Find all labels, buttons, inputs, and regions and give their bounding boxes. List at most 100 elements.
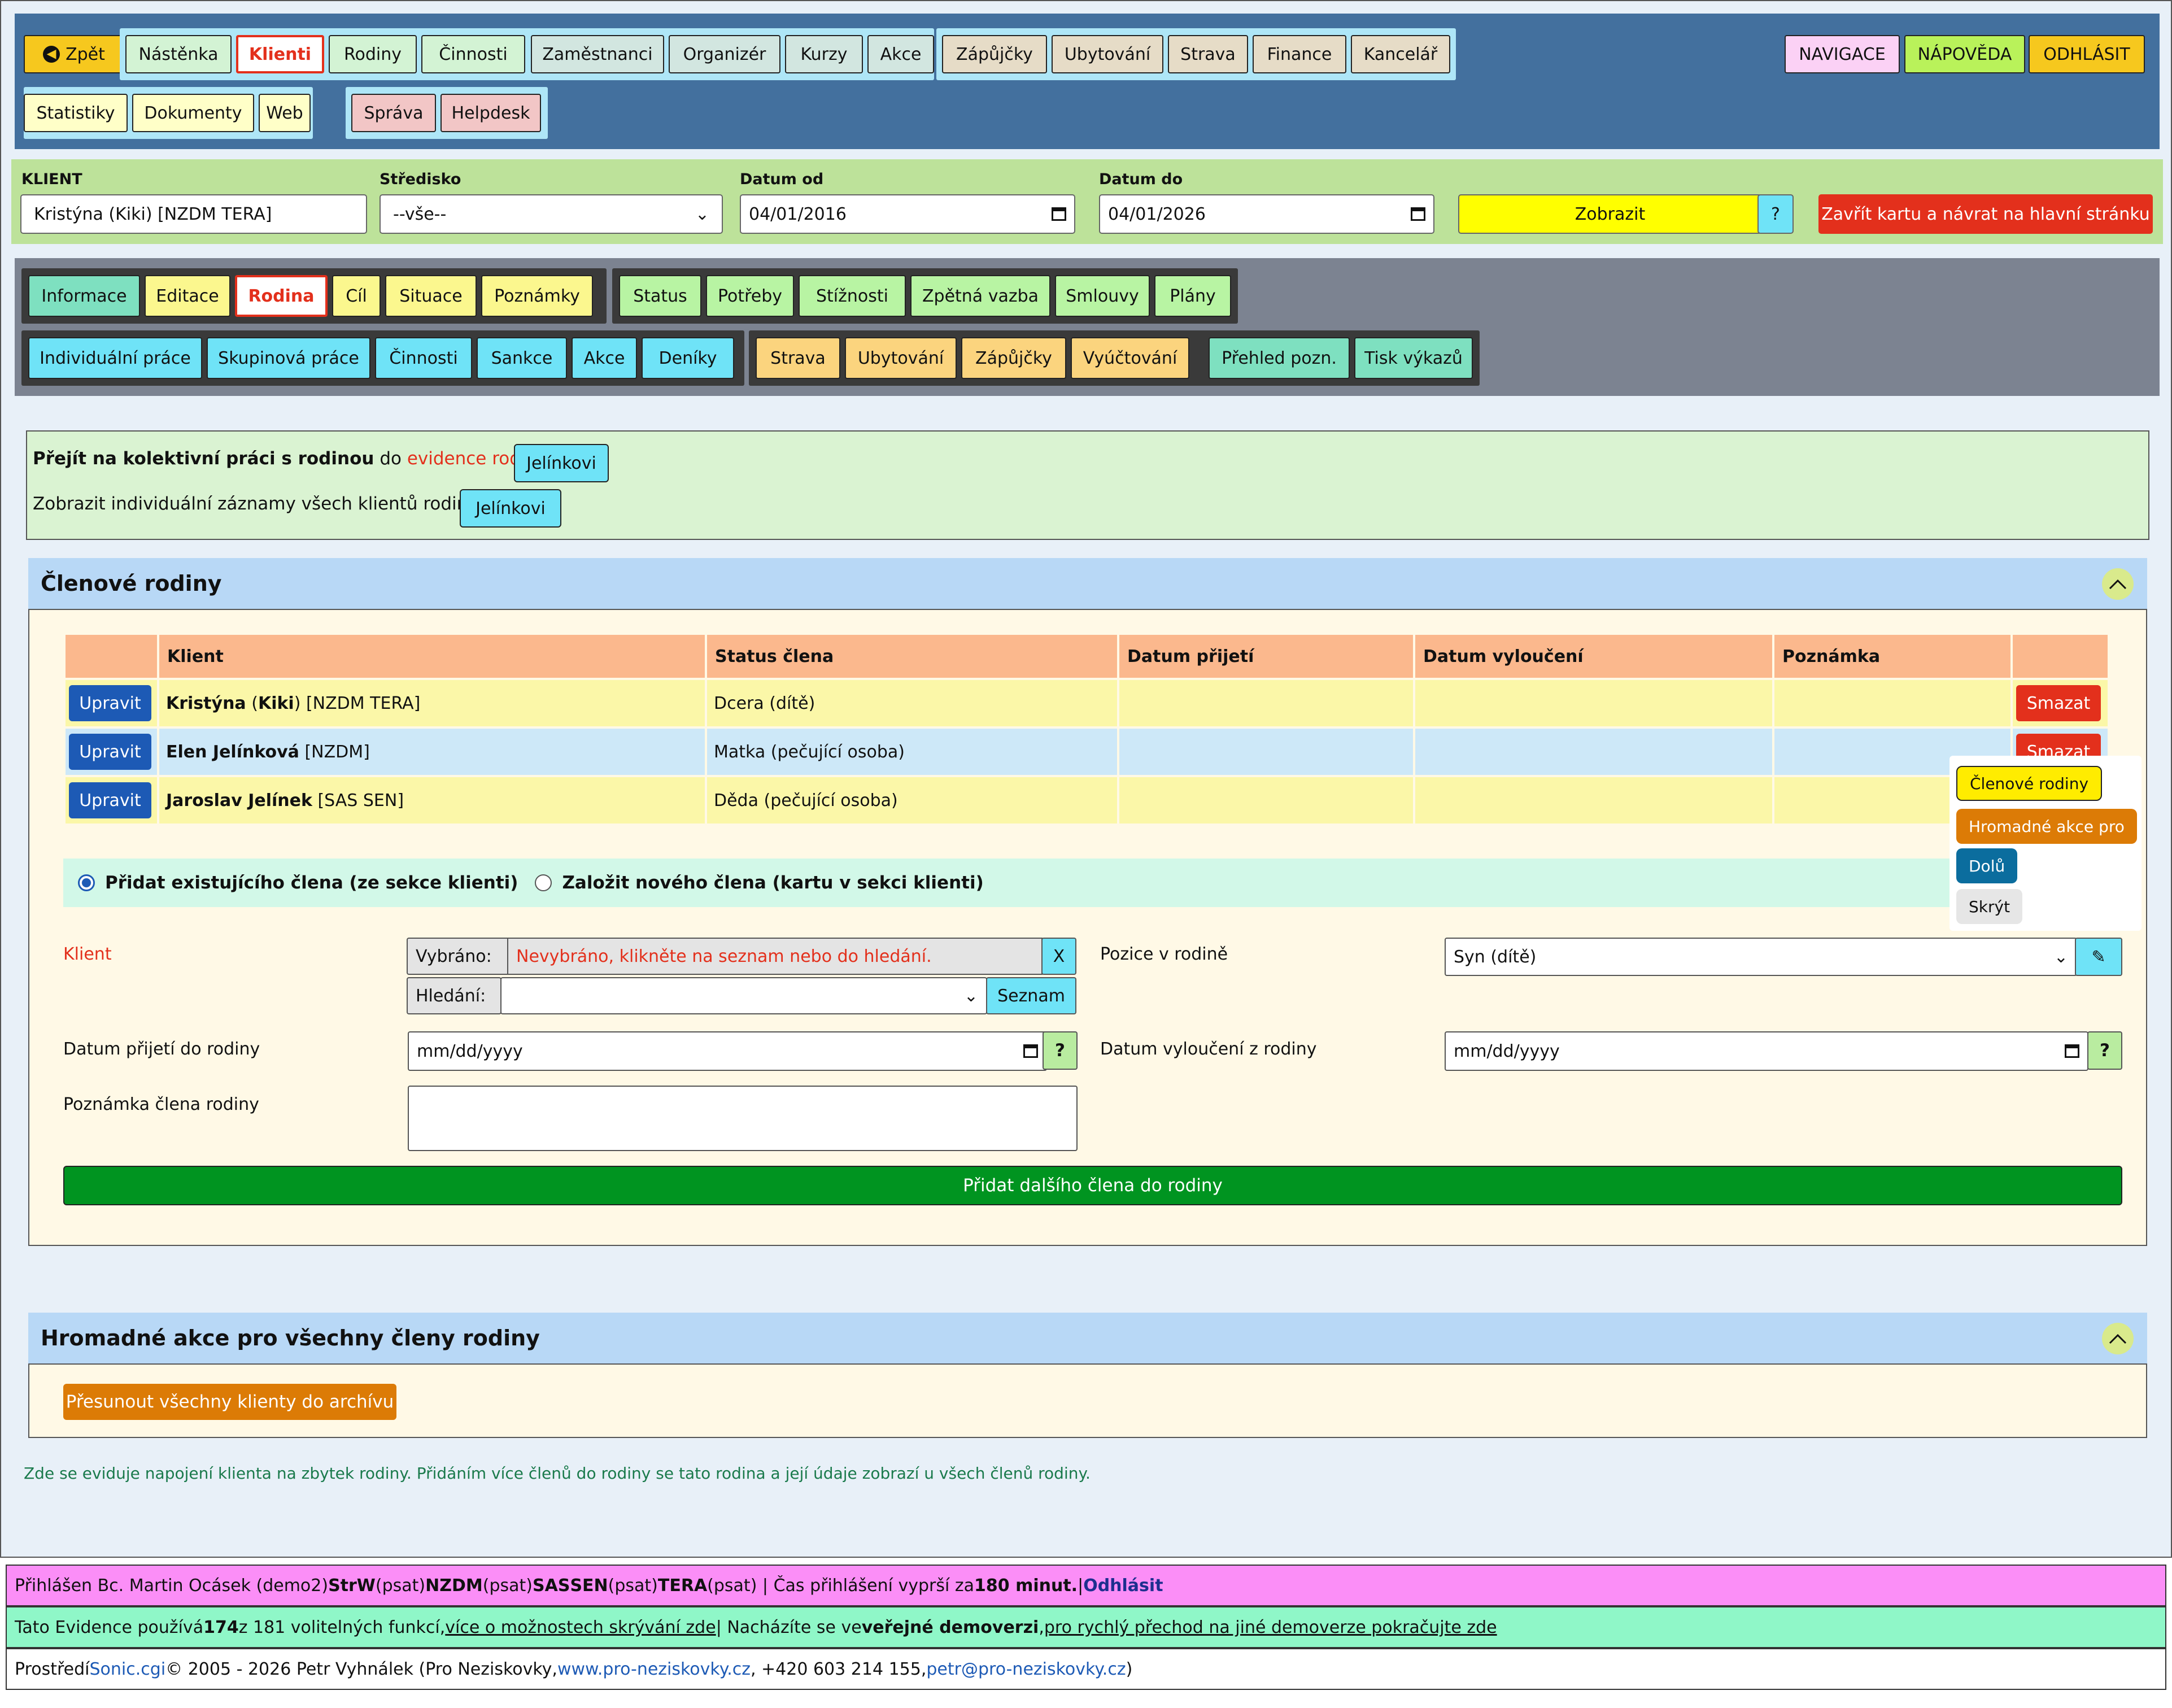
tab-status[interactable]: Status [619,275,701,317]
center-select[interactable]: --vše-- ⌄ [380,194,723,234]
tab-cinnosti[interactable]: Činnosti [375,337,472,379]
edit-member-button[interactable]: Upravit [69,685,151,721]
tab-skupinova-prace[interactable]: Skupinová práce [207,337,370,379]
nav-finance[interactable]: Finance [1253,35,1346,73]
napoveda-button[interactable]: NÁPOVĚDA [1904,35,2025,73]
nav-kancelar[interactable]: Kancelář [1351,35,1450,73]
tab-smlouvy[interactable]: Smlouvy [1055,275,1150,317]
odhlasit-button[interactable]: ODHLÁSIT [2029,35,2145,73]
hide-popup-button[interactable]: Skrýt [1956,889,2023,924]
join-date-input[interactable]: mm/dd/yyyy [408,1031,1047,1071]
tab-zpetna-vazba[interactable]: Zpětná vazba [910,275,1050,317]
center-label: Středisko [380,171,461,188]
tab-situace[interactable]: Situace [385,275,477,317]
join-date-help-button[interactable]: ? [1043,1031,1078,1070]
archive-all-button[interactable]: Přesunout všechny klienty do archívu [63,1384,396,1420]
nav-dokumenty[interactable]: Dokumenty [132,94,254,132]
radio-new[interactable] [535,874,552,891]
members-section-header[interactable]: Členové rodiny [28,558,2147,609]
jump-bulk-button[interactable]: Hromadné akce pro [1956,809,2137,844]
show-help-button[interactable]: ? [1757,194,1794,234]
edit-member-button[interactable]: Upravit [69,734,151,770]
nav-statistiky[interactable]: Statistiky [24,94,128,132]
tab-plany[interactable]: Plány [1154,275,1231,317]
nav-klienti[interactable]: Klienti [236,35,324,73]
tab-prehled-pozn[interactable]: Přehled pozn. [1209,337,1350,379]
client-field[interactable]: Kristýna (Kiki) [NZDM TERA] [20,194,367,234]
members-table-header: Klient Status člena Datum přijetí Datum … [66,635,2108,678]
leave-date-input[interactable]: mm/dd/yyyy [1445,1031,2088,1071]
nav-zamestnanci[interactable]: Zaměstnanci [531,35,664,73]
tab-tisk-vykazu[interactable]: Tisk výkazů [1354,337,1473,379]
tab-poznamky[interactable]: Poznámky [481,275,593,317]
position-select[interactable]: Syn (dítě) ⌄ [1445,938,2077,976]
nav-akce[interactable]: Akce [867,35,934,73]
tab-deniky[interactable]: Deníky [642,337,734,379]
email-link[interactable]: petr@pro-neziskovky.cz [926,1659,1126,1679]
member-mode-radios: Přidat existujícího člena (ze sekce klie… [63,859,2114,907]
nav-helpdesk[interactable]: Helpdesk [440,94,541,132]
nav-kurzy[interactable]: Kurzy [785,35,863,73]
tab-zapujcky[interactable]: Zápůjčky [961,337,1066,379]
members-section-title: Členové rodiny [41,571,222,596]
tab-akce[interactable]: Akce [572,337,637,379]
tab-stiznosti[interactable]: Stížnosti [799,275,906,317]
add-member-button[interactable]: Přidat dalšího člena do rodiny [63,1166,2122,1205]
tab-cil[interactable]: Cíl [332,275,381,317]
nav-rodiny[interactable]: Rodiny [329,35,417,73]
website-link[interactable]: www.pro-neziskovky.cz [557,1659,751,1679]
member-status: Matka (pečující osoba) [714,742,905,762]
tab-potreby[interactable]: Potřeby [706,275,794,317]
date-from-input[interactable]: 04/01/2016 [740,194,1075,234]
member-name: Elen Jelínková [NZDM] [166,742,370,762]
client-search-select[interactable]: ⌄ [500,977,987,1014]
edit-position-button[interactable]: ✎ [2075,938,2122,976]
nav-cinnosti[interactable]: Činnosti [421,35,525,73]
sonic-link[interactable]: Sonic.cgi [90,1659,166,1679]
member-name: Kristýna (Kiki) [NZDM TERA] [166,693,421,713]
close-card-button[interactable]: Zavřít kartu a návrat na hlavní stránku [1818,194,2153,234]
leave-date-help-button[interactable]: ? [2087,1031,2122,1070]
nav-zapujcky[interactable]: Zápůjčky [942,35,1047,73]
tab-ubytovani[interactable]: Ubytování [845,337,957,379]
tab-rodina[interactable]: Rodina [235,275,328,317]
tab-vyuctovani[interactable]: Vyúčtování [1071,337,1189,379]
delete-member-button[interactable]: Smazat [2016,685,2101,721]
collapse-icon[interactable] [2102,568,2134,600]
client-list-button[interactable]: Seznam [986,977,1076,1014]
features-link[interactable]: více o možnostech skrývání zde [445,1618,716,1637]
member-status: Dcera (dítě) [714,693,815,713]
show-button[interactable]: Zobrazit [1458,194,1762,234]
family-individual-button[interactable]: Jelínkovi [460,489,561,528]
tab-strava[interactable]: Strava [756,337,840,379]
radio-existing[interactable] [78,874,95,891]
column-header [66,635,157,678]
family-individual-line: Zobrazit individuální záznamy všech klie… [33,494,483,514]
tab-informace[interactable]: Informace [28,275,140,317]
back-button[interactable]: ◀ Zpět [24,35,124,73]
hint-text: Zde se eviduje napojení klienta na zbyte… [24,1464,1091,1483]
nav-organizer[interactable]: Organizér [669,35,780,73]
navigace-button[interactable]: NAVIGACE [1785,35,1900,73]
demoversions-link[interactable]: pro rychlý přechod na jiné demoverze pok… [1044,1618,1497,1637]
family-collective-button[interactable]: Jelínkovi [514,444,609,482]
nav-strava[interactable]: Strava [1168,35,1248,73]
edit-member-button[interactable]: Upravit [69,782,151,818]
date-from-label: Datum od [740,171,824,188]
note-textarea[interactable] [408,1086,1078,1151]
nav-nastenka[interactable]: Nástěnka [125,35,232,73]
nav-sprava[interactable]: Správa [351,94,436,132]
collapse-icon[interactable] [2102,1323,2134,1354]
date-to-input[interactable]: 04/01/2026 [1099,194,1434,234]
bulk-section-header[interactable]: Hromadné akce pro všechny členy rodiny [28,1313,2147,1363]
nav-web[interactable]: Web [259,94,311,132]
clear-selection-button[interactable]: X [1041,938,1076,975]
tab-editace[interactable]: Editace [145,275,230,317]
tab-sankce[interactable]: Sankce [477,337,567,379]
column-header: Datum vyloučení [1415,635,1772,678]
logout-link[interactable]: Odhlásit [1083,1576,1163,1596]
jump-down-button[interactable]: Dolů [1956,848,2018,883]
jump-members-button[interactable]: Členové rodiny [1956,766,2103,801]
nav-ubytovani[interactable]: Ubytování [1052,35,1163,73]
tab-individualni-prace[interactable]: Individuální práce [28,337,202,379]
